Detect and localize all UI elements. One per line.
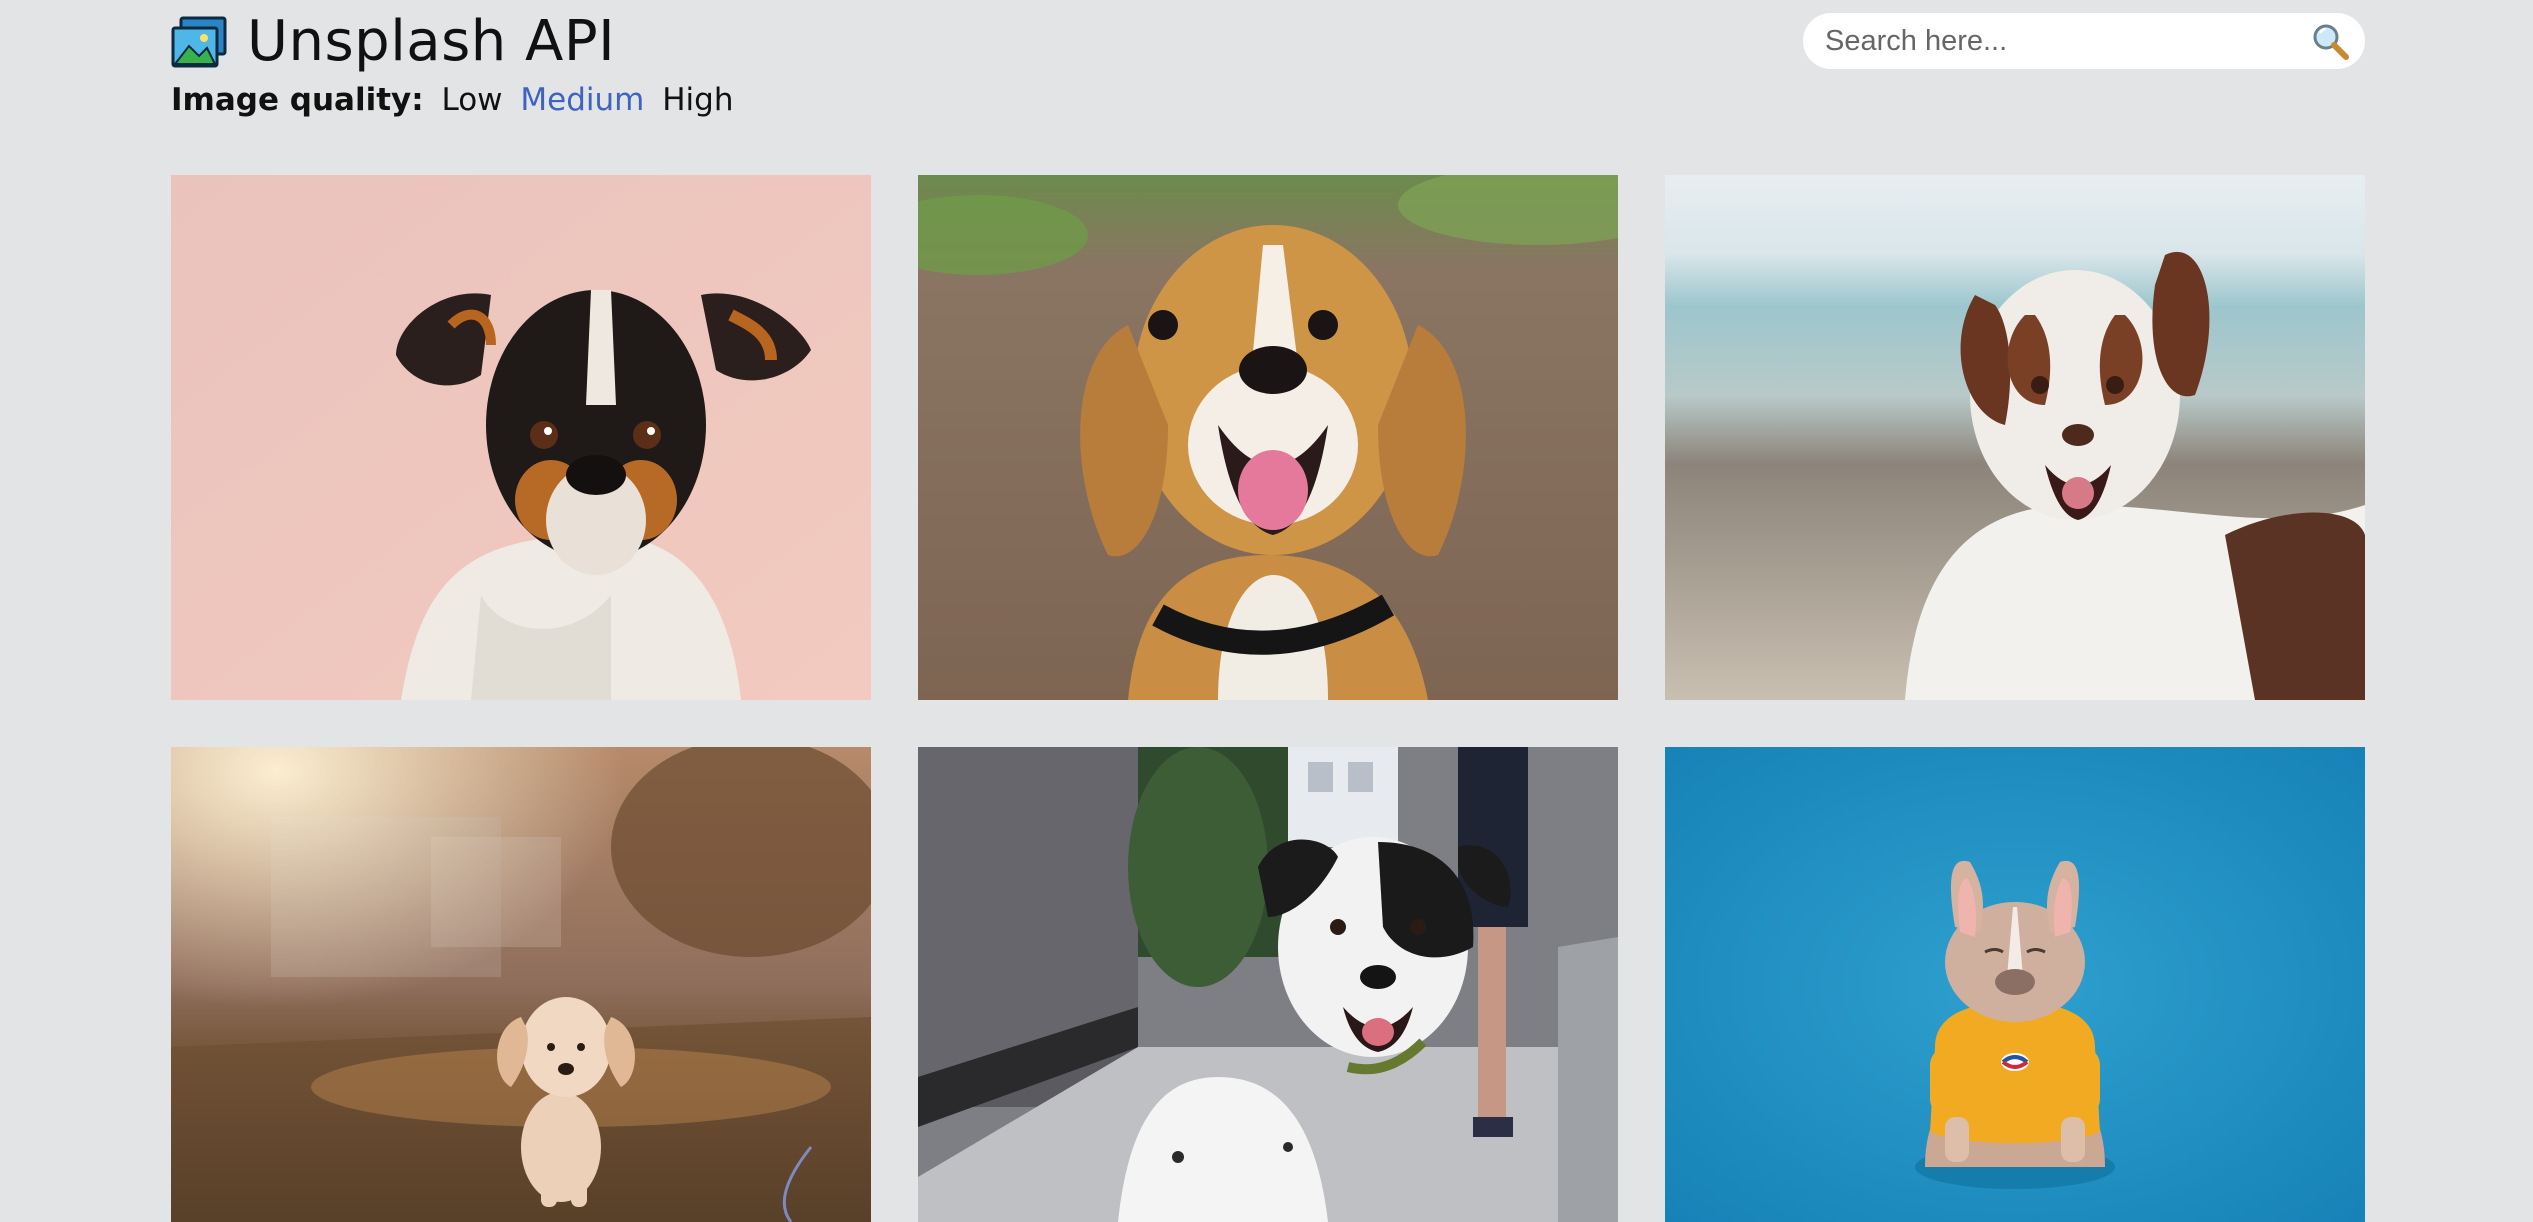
photo-french-bulldog — [1665, 747, 2365, 1222]
image-gallery-icon — [171, 16, 227, 68]
quality-option-medium[interactable]: Medium — [520, 82, 644, 118]
header: Unsplash API Image quality: Low Medium H… — [171, 10, 2365, 130]
brand: Unsplash API — [171, 10, 615, 74]
image-quality-selector: Image quality: Low Medium High — [171, 82, 741, 118]
photo-card-6[interactable] — [1665, 747, 2365, 1222]
search-input[interactable] — [1823, 23, 2309, 59]
search-box — [1803, 13, 2365, 69]
photo-collie-beach — [1665, 175, 2365, 700]
photo-card-3[interactable] — [1665, 175, 2365, 700]
search-icon[interactable] — [2309, 20, 2351, 62]
photo-card-1[interactable] — [171, 175, 871, 700]
quality-option-high[interactable]: High — [662, 82, 733, 118]
photo-golden-puppy — [171, 747, 871, 1222]
photo-card-5[interactable] — [918, 747, 1618, 1222]
photo-street-dog — [918, 747, 1618, 1222]
quality-option-low[interactable]: Low — [441, 82, 502, 118]
image-quality-label: Image quality: — [171, 82, 424, 118]
app-title: Unsplash API — [247, 9, 616, 74]
photo-card-2[interactable] — [918, 175, 1618, 700]
photo-dog-portrait — [171, 175, 871, 700]
photo-card-4[interactable] — [171, 747, 871, 1222]
photo-beagle — [918, 175, 1618, 700]
